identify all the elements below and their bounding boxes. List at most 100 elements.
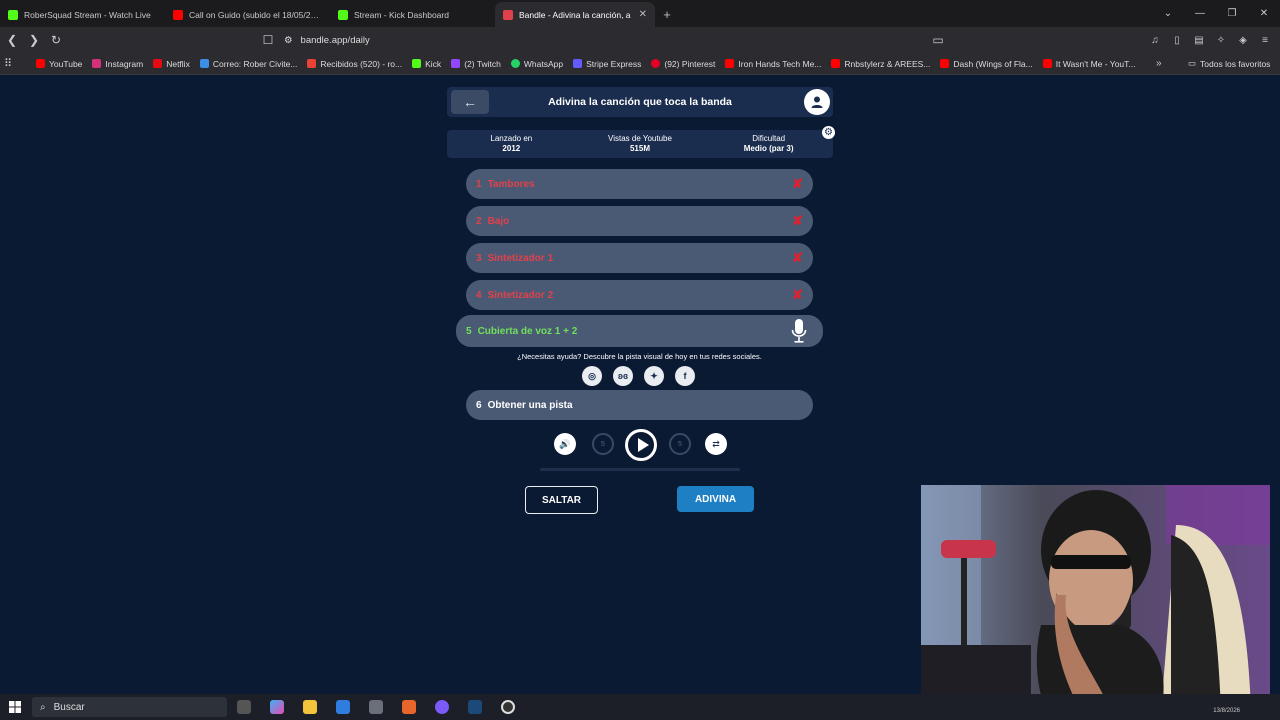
bookmark-netflix[interactable]: Netflix [153, 59, 190, 69]
restore-button[interactable]: ❐ [1216, 0, 1248, 27]
kick-icon [8, 9, 18, 20]
bookmark-yt-2[interactable]: Rnbstylerz & AREES... [831, 59, 930, 69]
bluesky-icon[interactable]: ʚɞ [613, 366, 633, 386]
back-button[interactable]: ← [451, 90, 489, 114]
tab-3-active[interactable]: Bandle - Adivina la canción, a ✕ [495, 2, 655, 27]
bookmark-kick[interactable]: Kick [412, 59, 441, 69]
track-number: 3 [476, 252, 482, 264]
bookmark-label: Correo: Rober Civite... [212, 58, 298, 69]
track-number: 2 [476, 215, 482, 227]
vpn-icon[interactable]: ◈ [1234, 30, 1252, 50]
hint-row[interactable]: 6 Obtener una pista [466, 390, 813, 420]
arrow-left-icon: ← [463, 94, 477, 110]
address-bar: ❮ ❯ ↻ ☐ ⚙ bandle.app/daily ▭ ♫ ▯ ▤ ✧ ◈ ≡ [0, 27, 1280, 75]
reload-icon[interactable]: ↻ [46, 30, 66, 50]
bookmark-twitch[interactable]: (2) Twitch [451, 59, 501, 69]
copilot-icon[interactable] [260, 694, 293, 720]
twitter-icon[interactable]: ✦ [644, 366, 664, 386]
url-text: bandle.app/daily [300, 34, 370, 46]
bookmark-icon[interactable]: ☐ [258, 30, 278, 50]
tab-title: Bandle - Adivina la canción, a [519, 9, 631, 20]
file-explorer-icon[interactable] [293, 694, 326, 720]
tab-search-icon[interactable]: ⌄ [1152, 0, 1184, 27]
bookmark-instagram[interactable]: Instagram [92, 59, 143, 69]
instagram-icon [92, 59, 102, 68]
bookmark-yt-3[interactable]: Dash (Wings of Fla... [940, 59, 1033, 69]
new-tab-button[interactable]: + [655, 2, 679, 27]
play-button[interactable] [625, 429, 657, 461]
profile-button[interactable] [804, 89, 830, 115]
media-icon[interactable]: ♫ [1146, 30, 1164, 50]
bookmarks-bar: ⠿ YouTube Instagram Netflix Correo: Robe… [0, 53, 1280, 75]
webcam-overlay [921, 485, 1270, 711]
bookmark-label: Recibidos (520) - ro... [320, 58, 403, 69]
volume-icon[interactable]: 🔊 [554, 433, 576, 455]
shuffle-off-icon[interactable]: ⇄ [705, 433, 727, 455]
rewind-5-icon[interactable]: 5 [592, 433, 614, 455]
wallet-icon[interactable]: ▤ [1190, 30, 1208, 50]
bookmark-correo[interactable]: Correo: Rober Civite... [199, 58, 298, 69]
guess-button[interactable]: ADIVINA [677, 486, 754, 512]
task-view-icon[interactable] [227, 694, 260, 720]
brave-icon[interactable] [392, 694, 425, 720]
tab-title: Call on Guido (subido el 18/05/2017) [189, 9, 322, 20]
bookmark-gmail[interactable]: Recibidos (520) - ro... [307, 59, 402, 69]
bookmark-pinterest[interactable]: (92) Pinterest [651, 59, 715, 69]
skip-button[interactable]: SALTAR [525, 486, 598, 514]
close-tab-icon[interactable]: ✕ [639, 9, 647, 20]
track-row-current[interactable]: 5 Cubierta de voz 1 + 2 [456, 315, 823, 347]
track-number: 4 [476, 289, 482, 301]
tab-1[interactable]: Call on Guido (subido el 18/05/2017) [165, 2, 330, 27]
gmail-icon [307, 59, 317, 68]
track-row-4: 4 Sintetizador 2 ✘ [466, 280, 813, 310]
pinterest-icon [651, 59, 661, 68]
forward-nav-icon[interactable]: ❯ [24, 30, 44, 50]
messenger-icon[interactable] [425, 694, 458, 720]
tab-title: RoberSquad Stream - Watch Live [24, 9, 151, 20]
windows-taskbar: ⌕ Buscar 13/8/2026 [0, 694, 1280, 720]
bookmark-whatsapp[interactable]: WhatsApp [510, 58, 564, 69]
url-field[interactable]: ⚙ bandle.app/daily [284, 30, 1024, 50]
tab-2[interactable]: Stream - Kick Dashboard [330, 2, 495, 27]
site-info-icon[interactable]: ⚙ [284, 35, 293, 46]
bookmark-youtube[interactable]: YouTube [36, 59, 82, 69]
facebook-icon[interactable]: f [675, 366, 695, 386]
all-bookmarks-label: Todos los favoritos [1200, 58, 1271, 69]
cast-icon[interactable]: ▭ [928, 30, 948, 50]
forward-5-icon[interactable]: 5 [669, 433, 691, 455]
minimize-button[interactable]: — [1184, 0, 1216, 27]
menu-icon[interactable]: ≡ [1256, 30, 1274, 50]
taskbar-date: 13/8/2026 [1213, 708, 1240, 714]
stripe-icon [573, 59, 583, 68]
audio-progress-bar[interactable] [540, 468, 740, 471]
failed-x-icon: ✘ [792, 250, 803, 265]
back-nav-icon[interactable]: ❮ [2, 30, 22, 50]
app-icon[interactable] [359, 694, 392, 720]
tab-0[interactable]: RoberSquad Stream - Watch Live [0, 2, 165, 27]
settings-gear-icon[interactable]: ⚙ [822, 126, 835, 139]
leo-icon[interactable]: ✧ [1212, 30, 1230, 50]
info-value: 2012 [502, 144, 521, 153]
taskbar-search[interactable]: ⌕ Buscar [32, 697, 227, 717]
game-header: ← Adivina la canción que toca la banda [447, 87, 833, 117]
failed-x-icon: ✘ [792, 176, 803, 191]
sidebar-icon[interactable]: ▯ [1168, 30, 1186, 50]
help-text: ¿Necesitas ayuda? Descubre la pista visu… [517, 352, 762, 361]
bookmark-yt-4[interactable]: It Wasn't Me - YouT... [1042, 59, 1135, 69]
bookmark-yt-1[interactable]: Iron Hands Tech Me... [725, 59, 821, 69]
steam-icon[interactable] [458, 694, 491, 720]
user-icon [811, 96, 823, 108]
bandle-icon [503, 9, 513, 20]
obs-icon[interactable] [491, 694, 524, 720]
more-bookmarks-icon[interactable]: » [1156, 58, 1162, 69]
start-button[interactable] [0, 701, 30, 713]
all-bookmarks[interactable]: ▭ Todos los favoritos [1188, 58, 1270, 69]
instagram-icon[interactable]: ◎ [582, 366, 602, 386]
apps-grid-icon[interactable]: ⠿ [4, 57, 22, 70]
close-window-button[interactable]: ✕ [1248, 0, 1280, 27]
windows-logo-icon [9, 701, 21, 713]
store-icon[interactable] [326, 694, 359, 720]
hint-number: 6 [476, 399, 482, 411]
bookmark-label: WhatsApp [523, 58, 564, 69]
bookmark-stripe[interactable]: Stripe Express [573, 59, 641, 69]
